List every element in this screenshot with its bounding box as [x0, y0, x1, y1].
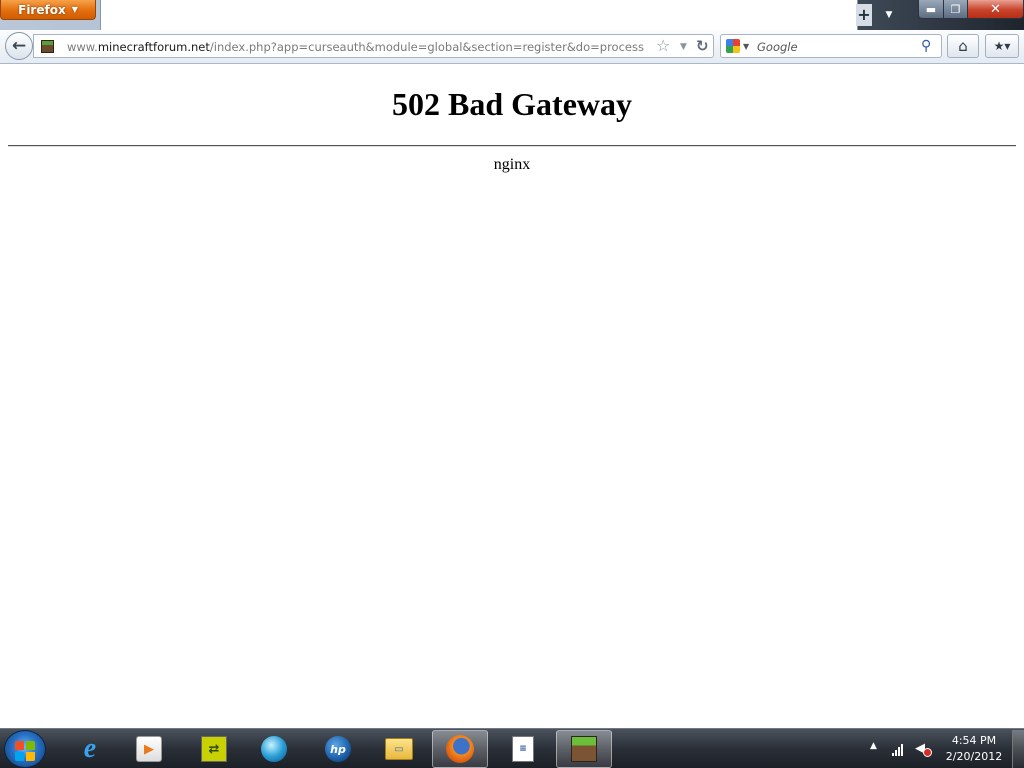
url-path: /index.php?app=curseauth&module=global&s…: [209, 40, 644, 54]
minecraft-favicon-icon[interactable]: [41, 40, 54, 53]
show-hidden-icons-icon[interactable]: ▲: [870, 741, 877, 751]
home-button[interactable]: ⌂: [947, 34, 979, 58]
firefox-menu-button[interactable]: Firefox ▼: [0, 0, 96, 20]
taskbar-item-minecraft[interactable]: [556, 730, 612, 768]
back-button[interactable]: ←: [5, 32, 33, 60]
taskbar-item-globe[interactable]: [246, 730, 302, 768]
firefox-icon: [446, 735, 474, 763]
folder-icon: ▭: [385, 738, 413, 760]
reload-icon[interactable]: ↻: [696, 37, 709, 55]
magnifier-icon[interactable]: ⚲: [921, 37, 931, 55]
minecraft-icon: [571, 736, 597, 762]
minimize-button[interactable]: ▬: [918, 0, 944, 19]
clock[interactable]: 4:54 PM 2/20/2012: [940, 733, 1008, 765]
taskbar: e ▶ ⇄ hp ▭ ≡ ▲ ◀ 4:54 PM 2/20/2012: [0, 728, 1024, 768]
windows-logo-icon: [15, 741, 24, 750]
horizontal-rule: [8, 145, 1016, 147]
title-bar: Firefox ▼ + ▼ ▬ ❐ ✕: [0, 0, 1024, 30]
home-icon: ⌂: [958, 37, 968, 55]
navigation-toolbar: ← www.minecraftforum.net/index.php?app=c…: [0, 30, 1024, 64]
show-desktop-button[interactable]: [1012, 730, 1024, 768]
taskbar-item-sync[interactable]: ⇄: [186, 730, 242, 768]
server-name: nginx: [493, 156, 531, 173]
taskbar-item-media-player[interactable]: ▶: [121, 730, 177, 768]
hp-icon: hp: [325, 736, 351, 762]
taskbar-item-firefox[interactable]: [432, 730, 488, 768]
close-button[interactable]: ✕: [968, 0, 1024, 19]
page-content: 502 Bad Gateway nginx: [0, 65, 1024, 728]
bookmarks-star-icon: ★▾: [993, 39, 1011, 53]
taskbar-item-notepad[interactable]: ≡: [495, 730, 551, 768]
new-tab-button[interactable]: +: [856, 4, 872, 26]
url-domain: minecraftforum.net: [97, 40, 210, 54]
sync-icon: ⇄: [201, 736, 227, 762]
media-icon: ▶: [136, 736, 162, 762]
url-text[interactable]: www.minecraftforum.net/index.php?app=cur…: [67, 39, 657, 55]
taskbar-item-internet-explorer[interactable]: e: [62, 730, 118, 768]
active-tab[interactable]: [100, 0, 858, 30]
search-input[interactable]: [757, 38, 917, 55]
start-button[interactable]: [4, 730, 46, 768]
list-all-tabs-icon[interactable]: ▼: [880, 6, 898, 24]
taskbar-item-windows-explorer[interactable]: ▭: [371, 730, 427, 768]
bookmarks-button[interactable]: ★▾: [985, 34, 1019, 58]
star-icon[interactable]: ☆: [656, 37, 670, 55]
restore-button[interactable]: ❐: [944, 0, 968, 19]
ie-icon: e: [83, 733, 97, 764]
clock-date: 2/20/2012: [945, 750, 1003, 763]
chevron-down-icon: ▼: [71, 5, 78, 14]
url-bar[interactable]: www.minecraftforum.net/index.php?app=cur…: [33, 34, 714, 58]
search-engine-dropdown-icon[interactable]: ▼: [743, 39, 749, 55]
google-icon[interactable]: [726, 39, 740, 53]
firefox-menu-label: Firefox: [18, 2, 66, 17]
search-bar[interactable]: ▼ ⚲: [720, 34, 942, 58]
notepad-icon: ≡: [512, 736, 534, 762]
window-controls: ▬ ❐ ✕: [918, 0, 1024, 20]
network-signal-icon[interactable]: [892, 742, 908, 756]
mute-badge-icon: [923, 748, 932, 757]
clock-time: 4:54 PM: [951, 734, 997, 747]
taskbar-item-hp[interactable]: hp: [310, 730, 366, 768]
url-prefix: www.: [67, 40, 98, 54]
globe-icon: [261, 736, 287, 762]
error-title: 502 Bad Gateway: [392, 86, 632, 122]
url-history-dropdown-icon[interactable]: ▼: [680, 39, 687, 55]
